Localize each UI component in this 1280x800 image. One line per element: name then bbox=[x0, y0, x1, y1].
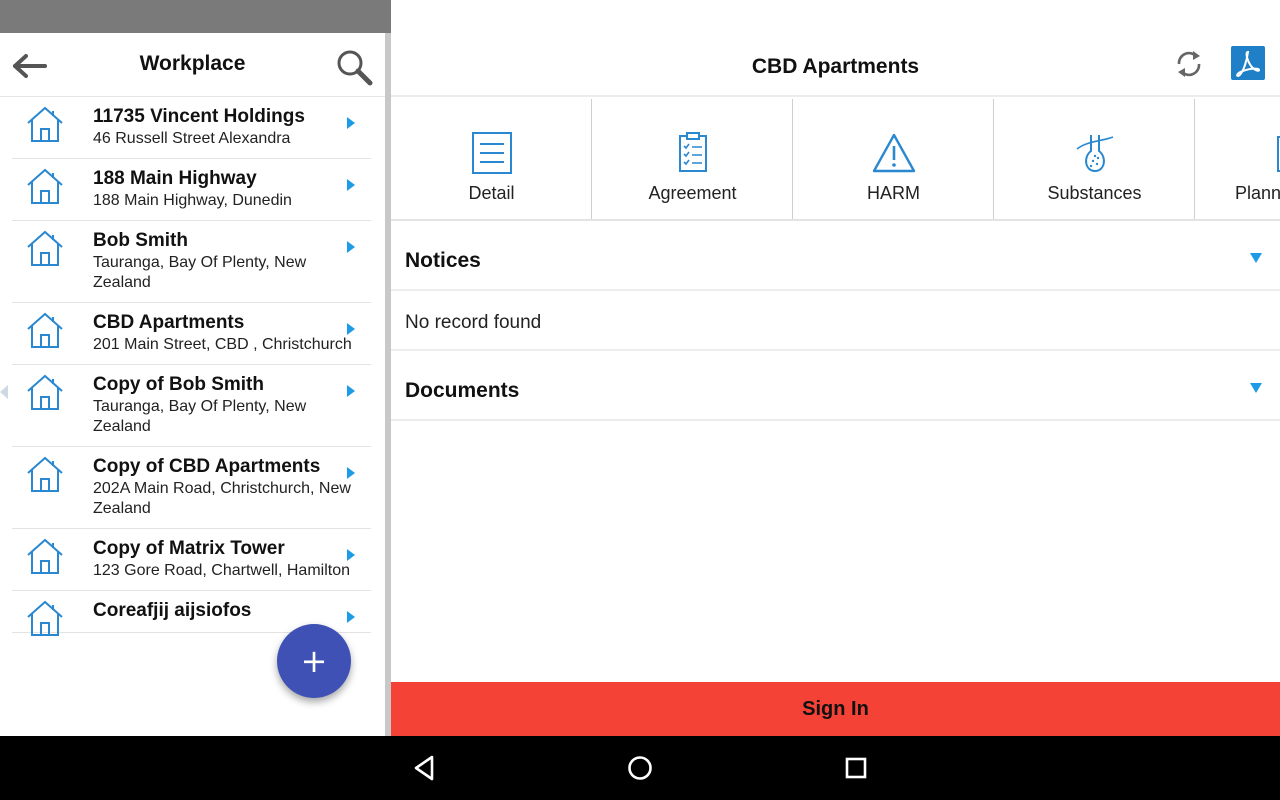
signal-icon bbox=[405, 7, 426, 26]
caret-down-icon bbox=[1250, 383, 1262, 393]
workplace-address: Tauranga, Bay Of Plenty, New Zealand bbox=[93, 254, 307, 291]
detail-title: CBD Apartments bbox=[751, 55, 920, 78]
workplace-name: CBD Apartments bbox=[93, 312, 245, 333]
list-item[interactable]: 188 Main Highway 188 Main Highway, Duned… bbox=[12, 159, 371, 221]
network-type: 4G bbox=[391, 5, 404, 16]
right-toolbar: CBD Apartments bbox=[391, 33, 1280, 97]
notices-header[interactable]: Notices bbox=[391, 223, 1280, 291]
page-title-text: Workplace bbox=[139, 52, 246, 75]
workplace-detail-pane: CBD Apartments Detail Agreement HARM Sub… bbox=[391, 33, 1280, 736]
house-icon bbox=[27, 600, 63, 636]
documents-title: Documents bbox=[405, 379, 520, 402]
chevron-right-icon bbox=[347, 323, 355, 335]
list-item[interactable]: Bob Smith Tauranga, Bay Of Plenty, New Z… bbox=[12, 221, 371, 303]
page-title: Workplace bbox=[0, 52, 385, 76]
battery-icon bbox=[431, 6, 444, 27]
workplace-address: 123 Gore Road, Chartwell, Hamilton bbox=[93, 562, 351, 579]
tab-detail[interactable]: Detail bbox=[391, 99, 592, 219]
left-toolbar: Workplace bbox=[0, 33, 385, 97]
chevron-right-icon bbox=[347, 467, 355, 479]
chevron-right-icon bbox=[347, 117, 355, 129]
house-icon bbox=[27, 374, 63, 410]
workplace-address: 188 Main Highway, Dunedin bbox=[93, 192, 292, 209]
workplace-name: 188 Main Highway bbox=[93, 168, 257, 189]
house-icon bbox=[27, 312, 63, 348]
notices-section: Notices No record found bbox=[391, 223, 1280, 351]
pdf-glyph-icon bbox=[1236, 50, 1261, 78]
tab-planner[interactable]: Plann bbox=[1195, 99, 1280, 219]
chevron-right-icon bbox=[347, 179, 355, 191]
flask-icon bbox=[1076, 135, 1114, 173]
documents-header[interactable]: Documents bbox=[391, 353, 1280, 421]
chevron-right-icon bbox=[347, 385, 355, 397]
tab-harm[interactable]: HARM bbox=[793, 99, 994, 219]
workplace-name: Coreafjij aijsiofos bbox=[93, 600, 252, 621]
notices-empty: No record found bbox=[391, 291, 1280, 351]
workplace-name: Copy of Matrix Tower bbox=[93, 538, 285, 559]
house-icon bbox=[27, 538, 63, 574]
tab-agreement[interactable]: Agreement bbox=[592, 99, 793, 219]
status-icons: 4G 4:17 bbox=[391, 0, 1280, 33]
add-workplace-button[interactable]: + bbox=[277, 624, 351, 698]
house-icon bbox=[27, 456, 63, 492]
tab-label: Detail bbox=[468, 183, 515, 203]
add-button-label: + bbox=[300, 642, 328, 680]
list-item[interactable]: Copy of Bob Smith Tauranga, Bay Of Plent… bbox=[12, 365, 371, 447]
workplace-name: 11735 Vincent Holdings bbox=[93, 106, 305, 127]
planner-icon bbox=[1277, 136, 1280, 172]
list-item[interactable]: 11735 Vincent Holdings 46 Russell Street… bbox=[12, 97, 371, 159]
chevron-right-icon bbox=[347, 611, 355, 623]
chevron-right-icon bbox=[347, 241, 355, 253]
sign-in-label: Sign In bbox=[802, 698, 869, 720]
house-icon bbox=[27, 168, 63, 204]
workplace-name: Copy of CBD Apartments bbox=[93, 456, 321, 477]
workplace-list: 11735 Vincent Holdings 46 Russell Street… bbox=[12, 97, 371, 636]
search-icon[interactable] bbox=[334, 47, 374, 87]
tab-label: Agreement bbox=[648, 183, 737, 203]
detail-tabs: Detail Agreement HARM Substances Plann bbox=[391, 99, 1280, 221]
system-nav-bar bbox=[0, 736, 1280, 800]
sign-in-button[interactable]: Sign In bbox=[391, 682, 1280, 736]
tab-label: Plann bbox=[1235, 183, 1280, 203]
workplace-address: 202A Main Road, Christchurch, New Zealan… bbox=[93, 480, 351, 517]
documents-section: Documents bbox=[391, 353, 1280, 421]
recents-nav-icon[interactable] bbox=[841, 753, 871, 783]
caret-down-icon bbox=[1250, 253, 1262, 263]
list-icon bbox=[472, 132, 512, 174]
workplace-address: 201 Main Street, CBD , Christchurch bbox=[93, 336, 352, 353]
workplace-name: Bob Smith bbox=[93, 230, 188, 251]
list-item[interactable]: Copy of CBD Apartments 202A Main Road, C… bbox=[12, 447, 371, 529]
empty-text: No record found bbox=[405, 312, 542, 333]
house-icon bbox=[27, 106, 63, 142]
clock: 4:17 bbox=[455, 6, 490, 26]
house-icon bbox=[27, 230, 63, 266]
status-bar: 4G 4:17 bbox=[0, 0, 1280, 33]
tab-label: Substances bbox=[1047, 183, 1142, 203]
warning-icon bbox=[872, 133, 916, 173]
workplace-name: Copy of Bob Smith bbox=[93, 374, 264, 395]
pdf-icon[interactable] bbox=[1231, 46, 1265, 80]
workplace-address: 46 Russell Street Alexandra bbox=[93, 130, 291, 147]
notices-title: Notices bbox=[405, 249, 481, 272]
drawer-edge-indicator bbox=[0, 385, 8, 399]
chevron-right-icon bbox=[347, 549, 355, 561]
checklist-icon bbox=[679, 132, 707, 172]
tab-substances[interactable]: Substances bbox=[994, 99, 1195, 219]
list-item[interactable]: Copy of Matrix Tower 123 Gore Road, Char… bbox=[12, 529, 371, 591]
sync-icon[interactable] bbox=[1173, 47, 1205, 81]
workplace-address: Tauranga, Bay Of Plenty, New Zealand bbox=[93, 398, 307, 435]
home-nav-icon[interactable] bbox=[625, 753, 655, 783]
tab-label: HARM bbox=[867, 183, 920, 203]
back-nav-icon[interactable] bbox=[410, 753, 440, 783]
list-item[interactable]: CBD Apartments 201 Main Street, CBD , Ch… bbox=[12, 303, 371, 365]
